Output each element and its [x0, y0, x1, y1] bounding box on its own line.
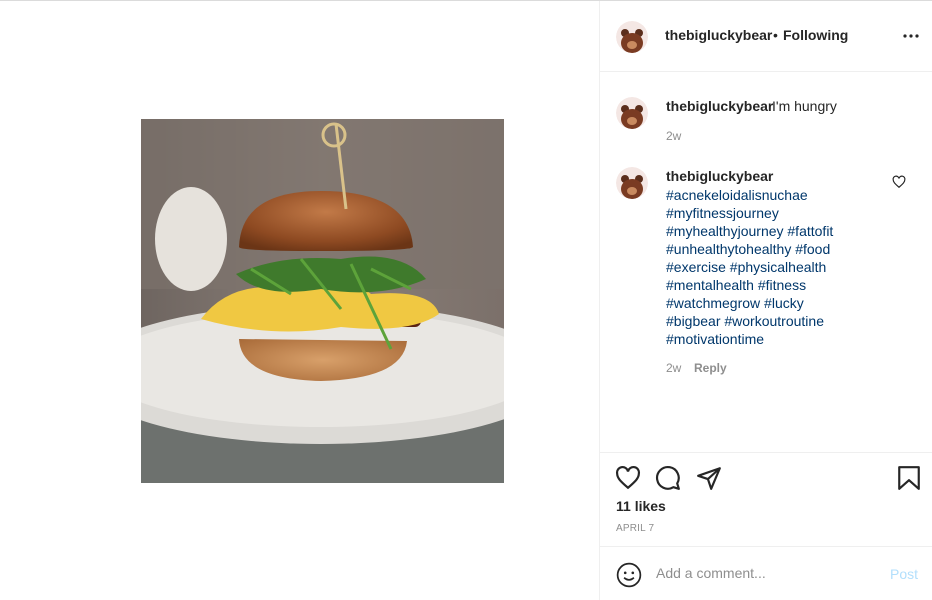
- hashtag-line[interactable]: #mentalhealth #fitness: [666, 276, 906, 294]
- post-date[interactable]: APRIL 7: [616, 523, 654, 534]
- hashtag-line[interactable]: #watchmegrow #lucky: [666, 294, 906, 312]
- post-photo[interactable]: [141, 119, 504, 483]
- hashtag-list: #acnekeloidalisnuchae #myfitnessjourney …: [666, 186, 906, 348]
- comment-like-icon[interactable]: [892, 175, 906, 189]
- username-link[interactable]: thebigluckybear: [665, 27, 772, 43]
- hashtag-line[interactable]: #myfitnessjourney: [666, 204, 906, 222]
- comment-time[interactable]: 2w: [666, 361, 681, 375]
- hashtag-line[interactable]: #unhealthytohealthy #food: [666, 240, 906, 258]
- caption-avatar[interactable]: [616, 97, 648, 129]
- hashtag-line[interactable]: #motivationtime: [666, 330, 906, 348]
- post-button[interactable]: Post: [890, 566, 918, 582]
- comment-username[interactable]: thebigluckybear: [666, 168, 773, 184]
- add-comment-bar: Post: [600, 546, 932, 600]
- likes-count[interactable]: 11 likes: [616, 498, 666, 514]
- post-media: [0, 1, 599, 600]
- caption-time[interactable]: 2w: [666, 129, 681, 143]
- following-button[interactable]: Following: [783, 27, 848, 43]
- heart-icon[interactable]: [615, 465, 641, 491]
- hashtag-line[interactable]: #acnekeloidalisnuchae: [666, 186, 906, 204]
- add-comment-input[interactable]: [656, 565, 876, 581]
- separator-dot: •: [773, 27, 778, 43]
- comment-icon[interactable]: [655, 465, 681, 491]
- avatar[interactable]: [616, 21, 648, 53]
- hashtag-line[interactable]: #bigbear #workoutroutine: [666, 312, 906, 330]
- reply-button[interactable]: Reply: [694, 361, 727, 375]
- share-icon[interactable]: [696, 465, 722, 491]
- hashtag-line[interactable]: #myhealthyjourney #fattofit: [666, 222, 906, 240]
- post-sidebar: thebigluckybear • Following thebigluckyb…: [599, 1, 932, 600]
- comment-avatar[interactable]: [616, 167, 648, 199]
- bookmark-icon[interactable]: [896, 465, 922, 491]
- post-header: thebigluckybear • Following: [600, 1, 932, 72]
- hashtag-line[interactable]: #exercise #physicalhealth: [666, 258, 906, 276]
- emoji-icon[interactable]: [616, 562, 642, 588]
- caption-username[interactable]: thebigluckybear: [666, 98, 773, 114]
- more-options-icon[interactable]: [902, 26, 920, 46]
- caption-text: I'm hungry: [772, 98, 837, 114]
- burger-photo: [141, 119, 504, 483]
